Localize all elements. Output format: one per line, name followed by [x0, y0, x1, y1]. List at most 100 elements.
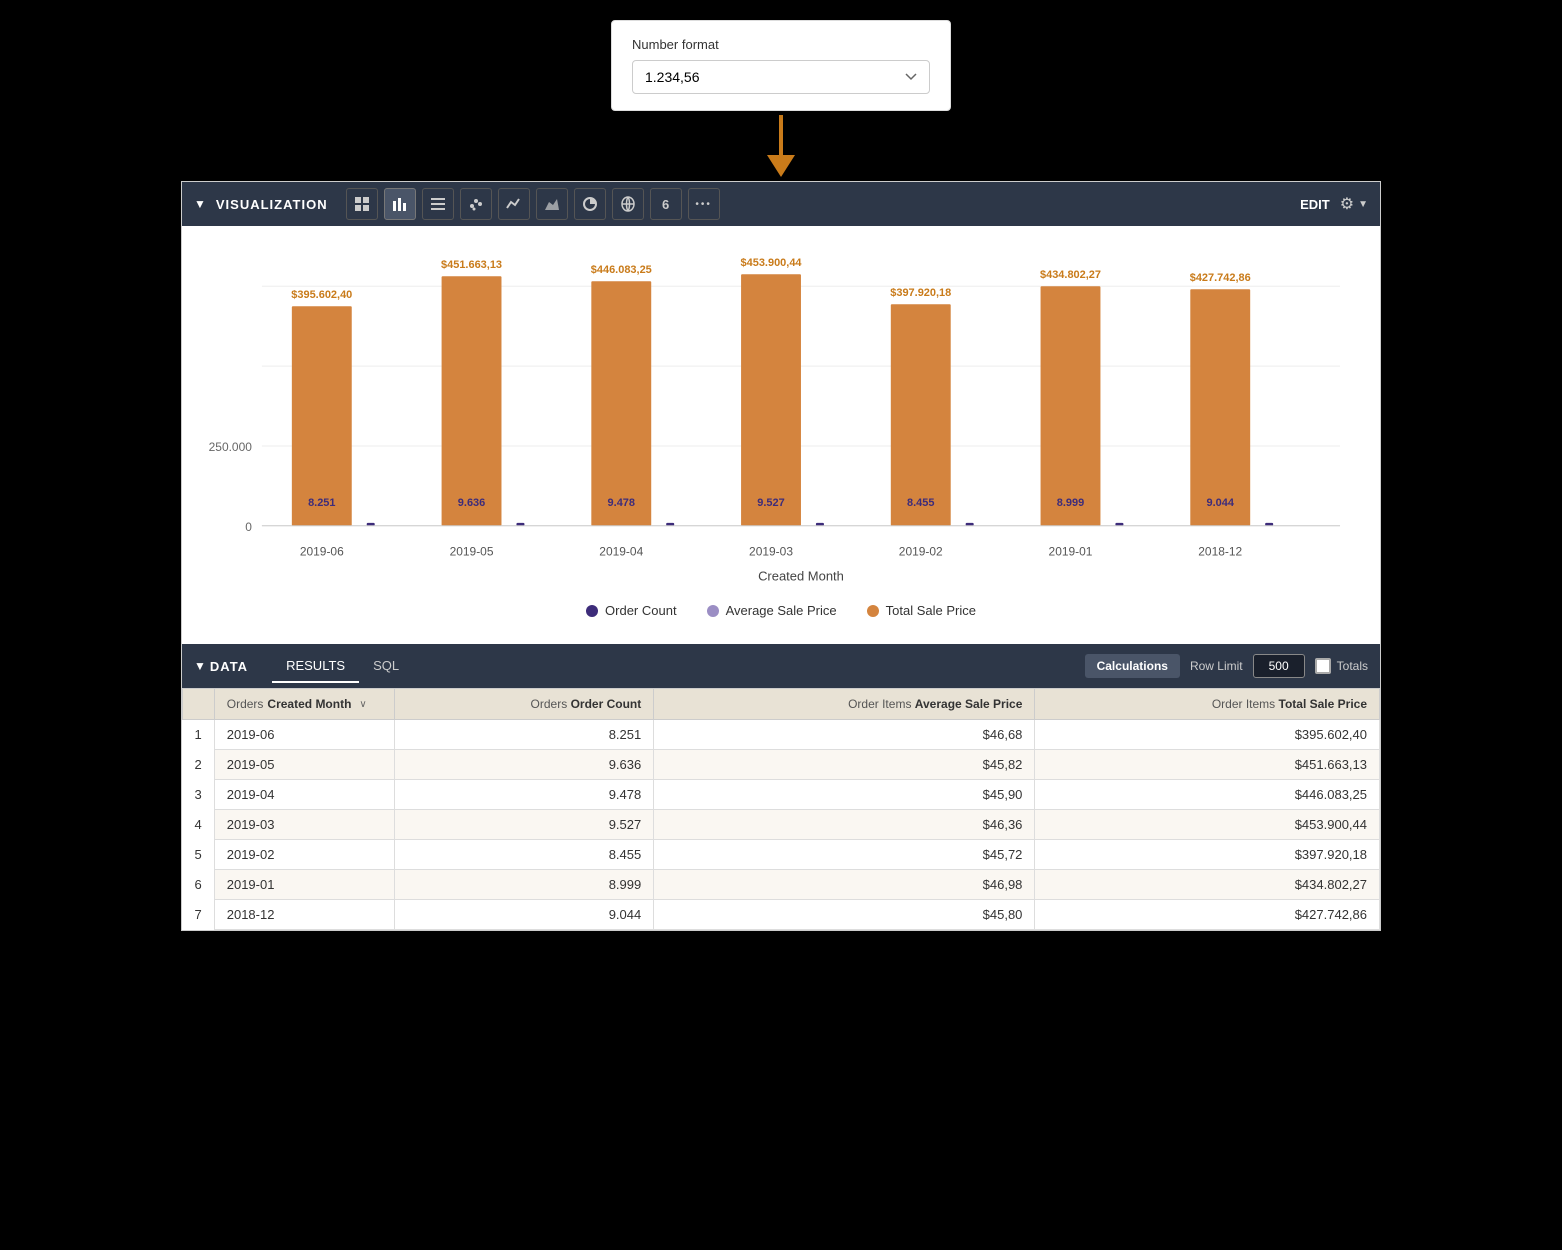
- legend-avg-sale-price: Average Sale Price: [707, 603, 837, 618]
- table-row: 62019-018.999$46,98$434.802,27: [183, 870, 1380, 900]
- svg-text:2019-03: 2019-03: [749, 545, 793, 559]
- cell-order-count: 9.636: [394, 750, 654, 780]
- legend-dot-order-count: [586, 605, 598, 617]
- row-num-header: [183, 689, 215, 720]
- cell-order-count: 9.044: [394, 900, 654, 930]
- svg-text:9.527: 9.527: [757, 497, 784, 509]
- row-number: 2: [183, 750, 215, 780]
- svg-text:$446.083,25: $446.083,25: [591, 264, 652, 276]
- bar-group-2019-03: $453.900,44 9.527 2019-03: [741, 257, 824, 559]
- collapse-triangle[interactable]: ▼: [194, 197, 206, 211]
- cell-order-count: 9.478: [394, 780, 654, 810]
- area-icon-btn[interactable]: [536, 188, 568, 220]
- visualization-toolbar: ▼ VISUALIZATION: [182, 182, 1380, 226]
- bar-chart-icon-btn[interactable]: [384, 188, 416, 220]
- cell-total-sale-price: $453.900,44: [1035, 810, 1380, 840]
- col-header-total-sale-price[interactable]: Order Items Total Sale Price: [1035, 689, 1380, 720]
- svg-text:$397.920,18: $397.920,18: [890, 287, 951, 299]
- chart-area: 250.000 0 $395.602,40 8.251 2019-06 $451…: [182, 226, 1380, 636]
- cell-total-sale-price: $395.602,40: [1035, 720, 1380, 750]
- results-tab[interactable]: RESULTS: [272, 650, 359, 683]
- row-limit-input[interactable]: [1253, 654, 1305, 678]
- settings-button[interactable]: ⚙ ▼: [1340, 194, 1368, 214]
- svg-text:8.251: 8.251: [308, 497, 335, 509]
- calculations-button[interactable]: Calculations: [1085, 654, 1180, 678]
- cell-order-count: 9.527: [394, 810, 654, 840]
- cell-avg-sale-price: $45,90: [654, 780, 1035, 810]
- table-row: 22019-059.636$45,82$451.663,13: [183, 750, 1380, 780]
- toolbar-left: ▼ VISUALIZATION: [194, 188, 1296, 220]
- bar-chart: 250.000 0 $395.602,40 8.251 2019-06 $451…: [202, 246, 1360, 586]
- sql-tab[interactable]: SQL: [359, 650, 413, 683]
- edit-button[interactable]: EDIT: [1300, 197, 1330, 212]
- cell-avg-sale-price: $46,68: [654, 720, 1035, 750]
- table-row: 42019-039.527$46,36$453.900,44: [183, 810, 1380, 840]
- cell-order-count: 8.251: [394, 720, 654, 750]
- svg-text:$451.663,13: $451.663,13: [441, 259, 502, 271]
- col-header-order-count[interactable]: Orders Order Count: [394, 689, 654, 720]
- svg-text:250.000: 250.000: [209, 440, 253, 454]
- table-row: 12019-068.251$46,68$395.602,40: [183, 720, 1380, 750]
- cell-created-month: 2019-05: [214, 750, 394, 780]
- svg-text:Created Month: Created Month: [758, 569, 844, 584]
- bar-group-2019-05: $451.663,13 9.636 2019-05: [441, 259, 524, 559]
- arrow-head: [767, 155, 795, 177]
- list-icon-btn[interactable]: [422, 188, 454, 220]
- bar-group-2018-12: $427.742,86 9.044 2018-12: [1190, 272, 1273, 559]
- totals-label: Totals: [1315, 658, 1368, 674]
- legend-label-order-count: Order Count: [605, 603, 677, 618]
- row-number: 1: [183, 720, 215, 750]
- legend-label-avg-sale-price: Average Sale Price: [726, 603, 837, 618]
- totals-checkbox[interactable]: [1315, 658, 1331, 674]
- cell-created-month: 2019-06: [214, 720, 394, 750]
- bar-group-2019-01: $434.802,27 8.999 2019-01: [1040, 269, 1123, 559]
- scatter-icon-btn[interactable]: [460, 188, 492, 220]
- pie-icon-btn[interactable]: [574, 188, 606, 220]
- table-row: 52019-028.455$45,72$397.920,18: [183, 840, 1380, 870]
- svg-text:$395.602,40: $395.602,40: [291, 289, 352, 301]
- cell-total-sale-price: $446.083,25: [1035, 780, 1380, 810]
- cell-total-sale-price: $434.802,27: [1035, 870, 1380, 900]
- col-header-avg-sale-price[interactable]: Order Items Average Sale Price: [654, 689, 1035, 720]
- cell-created-month: 2018-12: [214, 900, 394, 930]
- map-icon-btn[interactable]: [612, 188, 644, 220]
- cell-order-count: 8.999: [394, 870, 654, 900]
- svg-text:9.478: 9.478: [608, 497, 635, 509]
- legend-label-total-sale-price: Total Sale Price: [886, 603, 976, 618]
- number-format-select[interactable]: 1.234,56 1,234.56 1 234,56 1234.56: [632, 60, 930, 94]
- line-icon-btn[interactable]: [498, 188, 530, 220]
- arrow-shaft: [779, 115, 783, 155]
- cell-total-sale-price: $451.663,13: [1035, 750, 1380, 780]
- table-icon-btn[interactable]: [346, 188, 378, 220]
- row-number: 3: [183, 780, 215, 810]
- col-header-created-month[interactable]: Orders Created Month∨: [214, 689, 394, 720]
- svg-text:2019-01: 2019-01: [1049, 545, 1093, 559]
- row-number: 7: [183, 900, 215, 930]
- svg-text:2019-02: 2019-02: [899, 545, 943, 559]
- svg-text:8.455: 8.455: [907, 497, 934, 509]
- totals-text: Totals: [1337, 659, 1368, 673]
- bar-group-2019-02: $397.920,18 8.455 2019-02: [890, 287, 973, 559]
- row-number: 4: [183, 810, 215, 840]
- cell-total-sale-price: $397.920,18: [1035, 840, 1380, 870]
- data-section-label: DATA: [210, 659, 248, 674]
- svg-text:$453.900,44: $453.900,44: [741, 257, 803, 269]
- cell-created-month: 2019-03: [214, 810, 394, 840]
- cell-avg-sale-price: $45,72: [654, 840, 1035, 870]
- svg-text:2019-06: 2019-06: [300, 545, 344, 559]
- cell-created-month: 2019-01: [214, 870, 394, 900]
- legend-dot-avg-sale-price: [707, 605, 719, 617]
- table-body: 12019-068.251$46,68$395.602,4022019-059.…: [183, 720, 1380, 930]
- cell-created-month: 2019-02: [214, 840, 394, 870]
- chart-legend: Order Count Average Sale Price Total Sal…: [202, 591, 1360, 626]
- svg-text:9.044: 9.044: [1207, 497, 1235, 509]
- bar-group-2019-06: $395.602,40 8.251 2019-06: [291, 289, 374, 559]
- more-icon-btn[interactable]: •••: [688, 188, 720, 220]
- legend-order-count: Order Count: [586, 603, 677, 618]
- arrow-indicator: [767, 115, 795, 177]
- data-collapse-triangle[interactable]: ▼: [194, 659, 206, 673]
- number-icon-btn[interactable]: 6: [650, 188, 682, 220]
- data-toolbar: ▼ DATA RESULTS SQL Calculations Row Limi…: [182, 644, 1380, 688]
- cell-avg-sale-price: $46,98: [654, 870, 1035, 900]
- data-toolbar-right: Calculations Row Limit Totals: [1085, 654, 1368, 678]
